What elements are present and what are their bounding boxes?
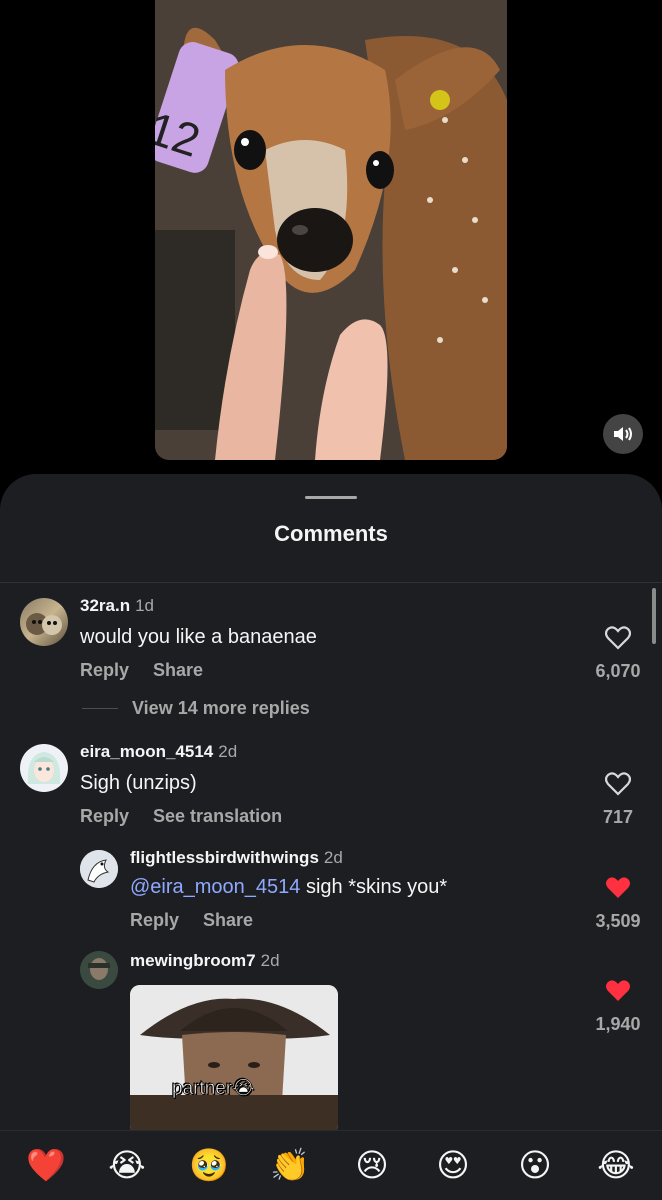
divider: [0, 582, 662, 583]
reply-button[interactable]: Reply: [80, 806, 129, 826]
gif-attachment[interactable]: partner😭: [130, 985, 338, 1135]
like-count: 1,940: [595, 1014, 641, 1034]
view-replies-label: View 14 more replies: [132, 698, 310, 718]
like-control: 6,070: [588, 626, 648, 682]
heart-eyes-emoji-button[interactable]: 😍: [433, 1145, 473, 1185]
reply-button[interactable]: Reply: [80, 660, 129, 680]
replies-divider-line: [82, 708, 118, 709]
share-button[interactable]: Share: [153, 660, 203, 680]
red-heart-emoji-button[interactable]: ❤️: [26, 1145, 66, 1185]
timestamp: 2d: [218, 742, 238, 761]
timestamp: 2d: [323, 848, 343, 867]
username[interactable]: 32ra.n: [80, 596, 130, 615]
reply-body: sigh *skins you*: [300, 876, 448, 898]
fawn-video-frame: 12: [155, 0, 507, 460]
heart-outline-icon[interactable]: [604, 626, 632, 650]
clapping-hands-emoji-button[interactable]: 👏: [270, 1145, 310, 1185]
share-button[interactable]: Share: [203, 910, 253, 930]
like-count: 3,509: [595, 911, 641, 931]
like-control: 717: [588, 772, 648, 828]
username[interactable]: eira_moon_4514: [80, 742, 213, 761]
comment-text: would you like a banaenae: [80, 626, 317, 648]
comment-actions: Reply See translation: [80, 806, 306, 827]
timestamp: 2d: [260, 951, 280, 970]
heart-outline-icon[interactable]: [604, 772, 632, 796]
avatar[interactable]: [20, 744, 68, 792]
view-replies-button[interactable]: View 14 more replies: [82, 698, 310, 719]
comment-meta: 32ra.n 1d: [80, 596, 154, 616]
like-control: 3,509: [588, 876, 648, 932]
reply-text: @eira_moon_4514 sigh *skins you*: [130, 876, 447, 899]
loudly-crying-emoji-button[interactable]: 😭: [107, 1145, 147, 1185]
mute-toggle-button[interactable]: [603, 414, 643, 454]
avatar[interactable]: [20, 598, 68, 646]
reply-actions: Reply Share: [130, 910, 277, 931]
video-player[interactable]: 12: [155, 0, 507, 460]
emoji-reaction-bar: ❤️ 😭 🥹 👏 😢 😍 😮 😂: [0, 1130, 662, 1200]
comment-actions: Reply Share: [80, 660, 227, 681]
bird-avatar-image: [80, 850, 118, 888]
sheet-title: Comments: [274, 521, 388, 546]
reply-meta: mewingbroom7 2d: [130, 951, 280, 971]
cowboy-gif-image: [130, 985, 338, 1135]
soldier-avatar-image: [80, 951, 118, 989]
gif-caption: partner😭: [172, 1078, 255, 1100]
reply-button[interactable]: Reply: [130, 910, 179, 930]
mention-link[interactable]: @eira_moon_4514: [130, 876, 300, 898]
video-area: 12: [0, 0, 662, 480]
comments-sheet: Comments 32ra.n 1d would you like a banae…: [0, 474, 662, 1200]
comment-meta: eira_moon_4514 2d: [80, 742, 237, 762]
surprised-face-emoji-button[interactable]: 😮: [515, 1145, 555, 1185]
comment-text: Sigh (unzips): [80, 772, 197, 794]
scrollbar[interactable]: [652, 588, 656, 644]
sheet-drag-handle[interactable]: [305, 496, 357, 499]
holding-back-tears-emoji-button[interactable]: 🥹: [189, 1145, 229, 1185]
crying-face-emoji-button[interactable]: 😢: [352, 1145, 392, 1185]
anime-avatar-image: [27, 752, 61, 784]
heart-filled-icon[interactable]: [605, 979, 631, 1003]
heart-filled-icon[interactable]: [605, 876, 631, 900]
tears-of-joy-emoji-button[interactable]: 😂: [596, 1145, 636, 1185]
like-count: 6,070: [595, 661, 641, 681]
reply-meta: flightlessbirdwithwings 2d: [130, 848, 343, 868]
timestamp: 1d: [135, 596, 155, 615]
avatar[interactable]: [80, 951, 118, 989]
like-control: 1,940: [588, 979, 648, 1035]
username[interactable]: flightlessbirdwithwings: [130, 848, 319, 867]
see-translation-button[interactable]: See translation: [153, 806, 282, 826]
speaker-icon: [614, 427, 632, 441]
avatar[interactable]: [80, 850, 118, 888]
cat-avatar-image: [26, 613, 62, 635]
like-count: 717: [602, 807, 634, 827]
username[interactable]: mewingbroom7: [130, 951, 256, 970]
